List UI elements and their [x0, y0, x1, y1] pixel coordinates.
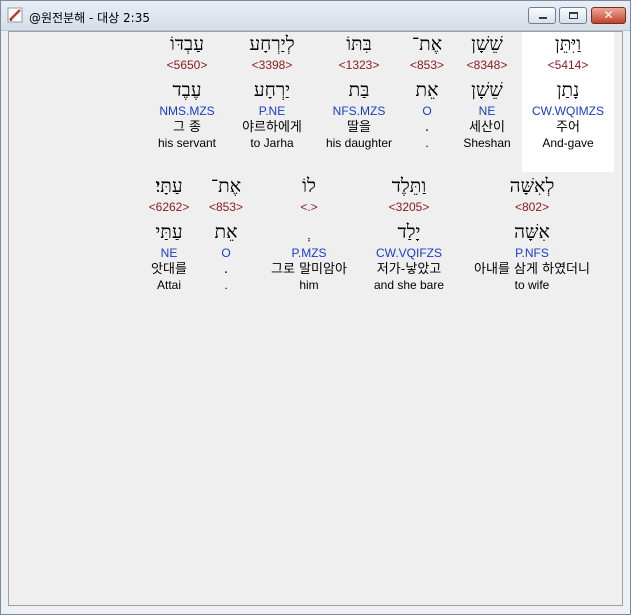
lemma: ְ	[259, 220, 359, 246]
hebrew-word: וַיִּתֵּן	[554, 33, 582, 55]
maximize-button[interactable]	[559, 7, 587, 24]
english-gloss: to Jarha	[250, 136, 294, 150]
strong-number: <802>	[514, 200, 550, 214]
edit-pencil-icon[interactable]	[7, 7, 23, 23]
close-button[interactable]: ✕	[591, 7, 626, 24]
minimize-button[interactable]	[528, 7, 556, 24]
english-gloss: his daughter	[325, 136, 393, 150]
hebrew-word: לְיַרְחָע	[249, 33, 295, 55]
lemma: עַתַּי	[155, 221, 183, 243]
lemma: אִשָּׁה	[514, 221, 550, 243]
hebrew-word: לוֹ	[302, 175, 316, 197]
word-cell[interactable]: וַתֵּלֶד <3205> יָלַד CW.VQIFZS 저가-낳았고 a…	[364, 174, 454, 292]
hebrew-word: עַבְדּוֹ	[170, 33, 204, 55]
english-gloss: to wife	[514, 278, 550, 292]
lemma: יַרְחָע	[253, 79, 291, 101]
lemma: בַּת	[348, 79, 370, 101]
korean-gloss: 세산이	[469, 120, 505, 135]
word-cell[interactable]: אֶת־ <853> אֵת O . .	[399, 32, 455, 150]
hebrew-word: אֶת־	[210, 175, 242, 197]
word-cell[interactable]: עַתָּי׃ <6262> עַתַּי NE 앗대를 Attai	[141, 174, 197, 292]
morphology: NMS.MZS	[159, 104, 215, 118]
korean-gloss: 저가-낳았고	[376, 262, 442, 277]
korean-gloss: 앗대를	[151, 262, 187, 277]
strong-number: <.>	[300, 200, 318, 214]
morphology: O	[422, 104, 432, 118]
minimize-icon	[539, 17, 547, 19]
english-gloss: And-gave	[542, 136, 594, 150]
korean-gloss: .	[424, 120, 430, 135]
english-gloss: his servant	[157, 136, 217, 150]
word-cell[interactable]: וַיִּתֵּן <5414> נָתַן CW.WQIMZS 주어 And-…	[522, 32, 614, 172]
morphology: CW.VQIFZS	[376, 246, 442, 260]
hebrew-word: אֶת־	[411, 33, 443, 55]
korean-gloss: .	[223, 262, 229, 277]
morphology: P.NFS	[515, 246, 549, 260]
window-title: @원전분해 - 대상 2:35	[29, 11, 150, 25]
lemma: יָלַד	[397, 221, 421, 243]
hebrew-word: וַתֵּלֶד	[391, 175, 427, 197]
morphology: NE	[478, 104, 496, 118]
korean-gloss: 그로 말미암아	[271, 262, 347, 277]
word-cell[interactable]: לוֹ <.> ְ P.MZS 그로 말미암아 him	[259, 174, 359, 292]
morphology: P.MZS	[291, 246, 327, 260]
word-cell[interactable]: שֵׁשָׁן <8348> שֵׁשָׁן NE 세산이 Sheshan	[454, 32, 520, 150]
hebrew-word: בִּתּוֹ	[346, 33, 372, 55]
strong-number: <1323>	[338, 58, 380, 72]
lemma: עֶבֶד	[172, 79, 202, 101]
morphology: CW.WQIMZS	[532, 104, 604, 118]
strong-number: <3205>	[388, 200, 430, 214]
strong-number: <5414>	[547, 58, 589, 72]
morphology: P.NE	[258, 104, 286, 118]
app-window: @원전분해 - 대상 2:35 ✕ וַיִּתֵּן <5414> נָתַן…	[0, 0, 631, 615]
word-cell[interactable]: לְיַרְחָע <3398> יַרְחָע P.NE 야르하에게 to J…	[231, 32, 313, 150]
korean-gloss: 딸을	[347, 120, 371, 135]
korean-gloss: 아내를 삼게 하였더니	[474, 262, 590, 277]
english-gloss: .	[224, 278, 228, 292]
word-cell[interactable]: אֶת־ <853> אֵת O . .	[201, 174, 251, 292]
strong-number: <5650>	[166, 58, 208, 72]
lemma: שֵׁשָׁן	[471, 79, 503, 101]
english-gloss: Sheshan	[463, 136, 511, 150]
strong-number: <853>	[409, 58, 445, 72]
title-bar[interactable]: @원전분해 - 대상 2:35 ✕	[1, 1, 630, 31]
hebrew-word: לְאִשָּׁה	[509, 175, 555, 197]
english-gloss: and she bare	[373, 278, 445, 292]
english-gloss: .	[425, 136, 429, 150]
strong-number: <6262>	[148, 200, 190, 214]
lemma: נָתַן	[556, 79, 580, 101]
word-cell[interactable]: עַבְדּוֹ <5650> עֶבֶד NMS.MZS 그 종 his se…	[151, 32, 223, 150]
strong-number: <3398>	[251, 58, 293, 72]
strong-number: <8348>	[466, 58, 508, 72]
hebrew-word: עַתָּי׃	[155, 175, 183, 197]
korean-gloss: 그 종	[172, 120, 202, 135]
hebrew-word: שֵׁשָׁן	[471, 33, 503, 55]
lemma: אֵת	[214, 221, 238, 243]
korean-gloss: 야르하에게	[242, 120, 302, 135]
korean-gloss: 주어	[556, 120, 580, 135]
strong-number: <853>	[208, 200, 244, 214]
english-gloss: him	[299, 278, 319, 292]
english-gloss: Attai	[156, 278, 181, 292]
word-cell[interactable]: לְאִשָּׁה <802> אִשָּׁה P.NFS 아내를 삼게 하였더…	[457, 174, 607, 292]
word-cell[interactable]: בִּתּוֹ <1323> בַּת NFS.MZS 딸을 his daugh…	[319, 32, 399, 150]
lemma: אֵת	[415, 79, 439, 101]
maximize-icon	[569, 12, 578, 19]
morphology: NFS.MZS	[332, 104, 386, 118]
morphology: O	[221, 246, 231, 260]
close-icon: ✕	[603, 8, 614, 22]
analysis-panel: וַיִּתֵּן <5414> נָתַן CW.WQIMZS 주어 And-…	[8, 31, 623, 606]
morphology: NE	[160, 246, 178, 260]
